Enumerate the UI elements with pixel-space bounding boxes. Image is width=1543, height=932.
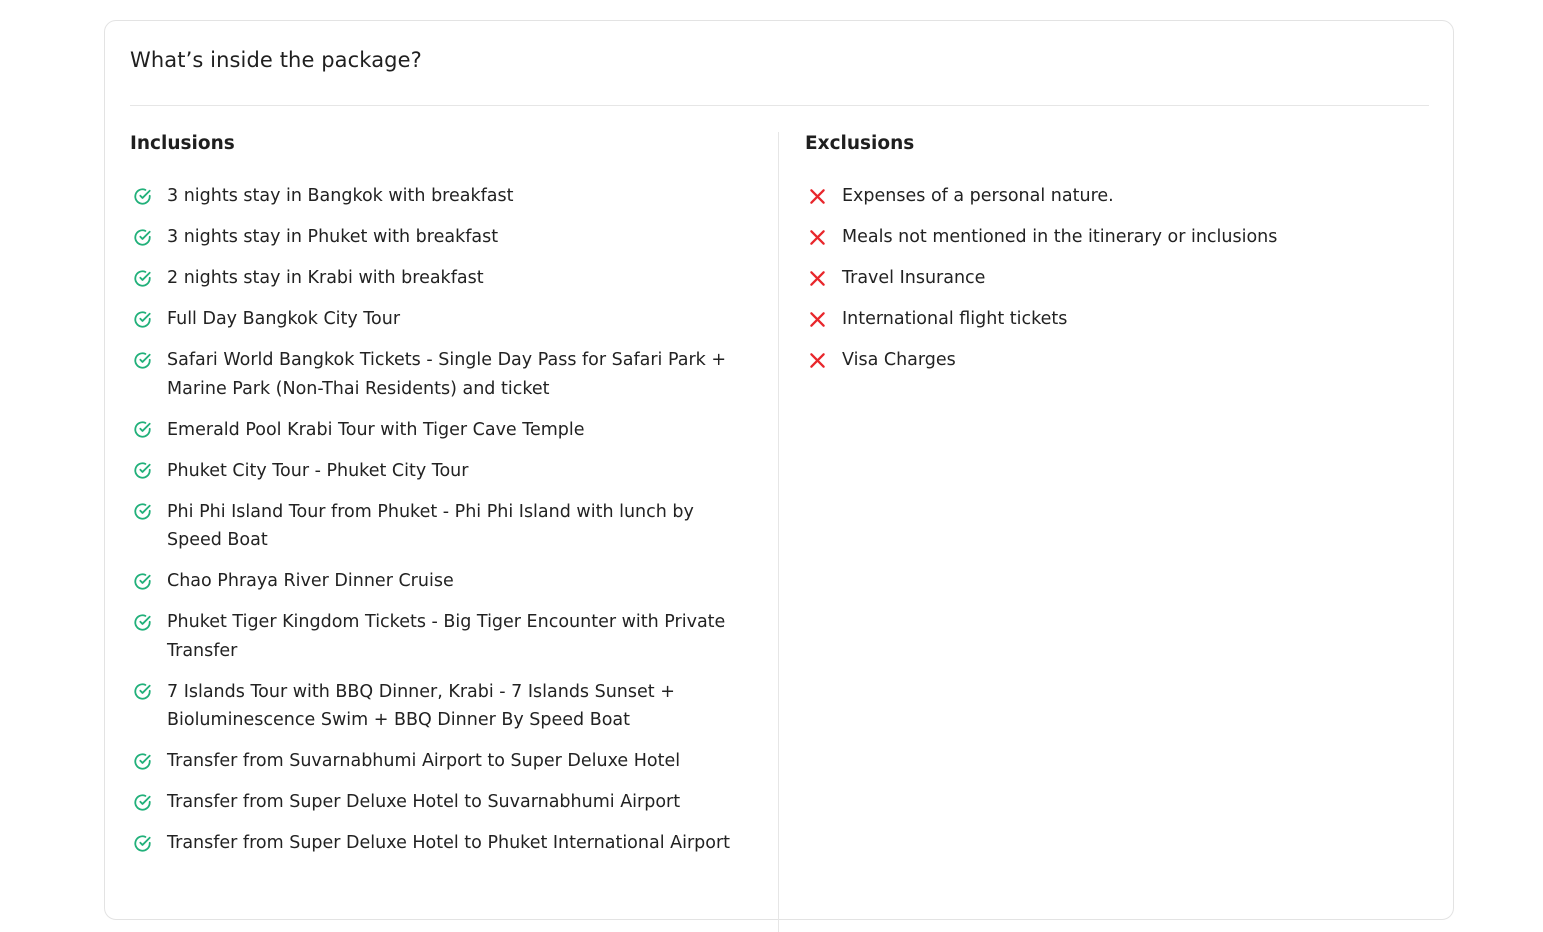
- inclusions-list: 3 nights stay in Bangkok with breakfast 3…: [130, 182, 740, 858]
- check-circle-icon: [130, 608, 154, 636]
- inclusion-item: 2 nights stay in Krabi with breakfast: [130, 264, 740, 293]
- check-circle-icon: [130, 747, 154, 775]
- check-circle-icon: [130, 346, 154, 374]
- exclusion-text: Expenses of a personal nature.: [842, 186, 1114, 206]
- inclusion-item: 7 Islands Tour with BBQ Dinner, Krabi - …: [130, 678, 740, 735]
- inclusions-section: Inclusions 3 nights stay in Bangkok with…: [130, 133, 740, 870]
- inclusion-text: 3 nights stay in Bangkok with breakfast: [167, 186, 514, 206]
- inclusion-item: Transfer from Super Deluxe Hotel to Phuk…: [130, 829, 740, 858]
- exclusions-heading: Exclusions: [805, 133, 915, 154]
- check-circle-icon: [130, 498, 154, 526]
- inclusions-heading: Inclusions: [130, 133, 235, 154]
- inclusion-item: Phuket Tiger Kingdom Tickets - Big Tiger…: [130, 608, 740, 665]
- exclusion-text: Travel Insurance: [842, 268, 986, 288]
- inclusion-item: Transfer from Super Deluxe Hotel to Suva…: [130, 788, 740, 817]
- inclusion-item: Phuket City Tour - Phuket City Tour: [130, 457, 740, 486]
- check-circle-icon: [130, 416, 154, 444]
- inclusion-text: Transfer from Super Deluxe Hotel to Suva…: [167, 792, 681, 812]
- cross-icon: [805, 305, 829, 333]
- inclusion-text: Transfer from Suvarnabhumi Airport to Su…: [167, 751, 681, 771]
- inclusion-text: Phi Phi Island Tour from Phuket - Phi Ph…: [167, 501, 694, 551]
- inclusion-item: 3 nights stay in Bangkok with breakfast: [130, 182, 740, 211]
- cross-icon: [805, 264, 829, 292]
- exclusion-text: International flight tickets: [842, 309, 1068, 329]
- header-divider: [130, 105, 1429, 106]
- cross-icon: [805, 223, 829, 251]
- inclusion-text: Safari World Bangkok Tickets - Single Da…: [167, 350, 727, 399]
- exclusion-item: International flight tickets: [805, 305, 1425, 334]
- inclusion-text: 3 nights stay in Phuket with breakfast: [167, 227, 499, 247]
- exclusions-list: Expenses of a personal nature. Meals not …: [805, 182, 1425, 375]
- exclusion-item: Visa Charges: [805, 346, 1425, 375]
- inclusion-item: Emerald Pool Krabi Tour with Tiger Cave …: [130, 416, 740, 445]
- inclusion-item: Transfer from Suvarnabhumi Airport to Su…: [130, 747, 740, 776]
- exclusion-text: Meals not mentioned in the itinerary or …: [842, 227, 1278, 247]
- check-circle-icon: [130, 788, 154, 816]
- inclusion-text: Transfer from Super Deluxe Hotel to Phuk…: [167, 833, 731, 853]
- check-circle-icon: [130, 223, 154, 251]
- check-circle-icon: [130, 305, 154, 333]
- package-card: What’s inside the package? Inclusions 3 …: [104, 20, 1454, 932]
- inclusion-text: Chao Phraya River Dinner Cruise: [167, 571, 454, 591]
- inclusion-text: 7 Islands Tour with BBQ Dinner, Krabi - …: [167, 681, 675, 731]
- inclusion-item: Chao Phraya River Dinner Cruise: [130, 567, 740, 596]
- column-divider: [778, 132, 779, 932]
- cross-icon: [805, 346, 829, 374]
- exclusions-section: Exclusions Expenses of a personal nature…: [805, 133, 1425, 387]
- inclusion-text: Full Day Bangkok City Tour: [167, 309, 401, 329]
- inclusion-text: Emerald Pool Krabi Tour with Tiger Cave …: [167, 419, 585, 440]
- inclusion-text: Phuket Tiger Kingdom Tickets - Big Tiger…: [167, 612, 726, 661]
- inclusion-text: 2 nights stay in Krabi with breakfast: [167, 268, 484, 288]
- inclusion-text: Phuket City Tour - Phuket City Tour: [167, 460, 469, 481]
- exclusion-item: Meals not mentioned in the itinerary or …: [805, 223, 1425, 252]
- exclusion-text: Visa Charges: [842, 350, 956, 370]
- exclusion-item: Expenses of a personal nature.: [805, 182, 1425, 211]
- inclusion-item: Full Day Bangkok City Tour: [130, 305, 740, 334]
- check-circle-icon: [130, 567, 154, 595]
- exclusion-item: Travel Insurance: [805, 264, 1425, 293]
- inclusion-item: Phi Phi Island Tour from Phuket - Phi Ph…: [130, 498, 740, 555]
- check-circle-icon: [130, 182, 154, 210]
- inclusion-item: 3 nights stay in Phuket with breakfast: [130, 223, 740, 252]
- package-title: What’s inside the package?: [130, 48, 422, 72]
- check-circle-icon: [130, 264, 154, 292]
- inclusion-item: Safari World Bangkok Tickets - Single Da…: [130, 346, 740, 403]
- check-circle-icon: [130, 457, 154, 485]
- check-circle-icon: [130, 678, 154, 706]
- cross-icon: [805, 182, 829, 210]
- check-circle-icon: [130, 829, 154, 857]
